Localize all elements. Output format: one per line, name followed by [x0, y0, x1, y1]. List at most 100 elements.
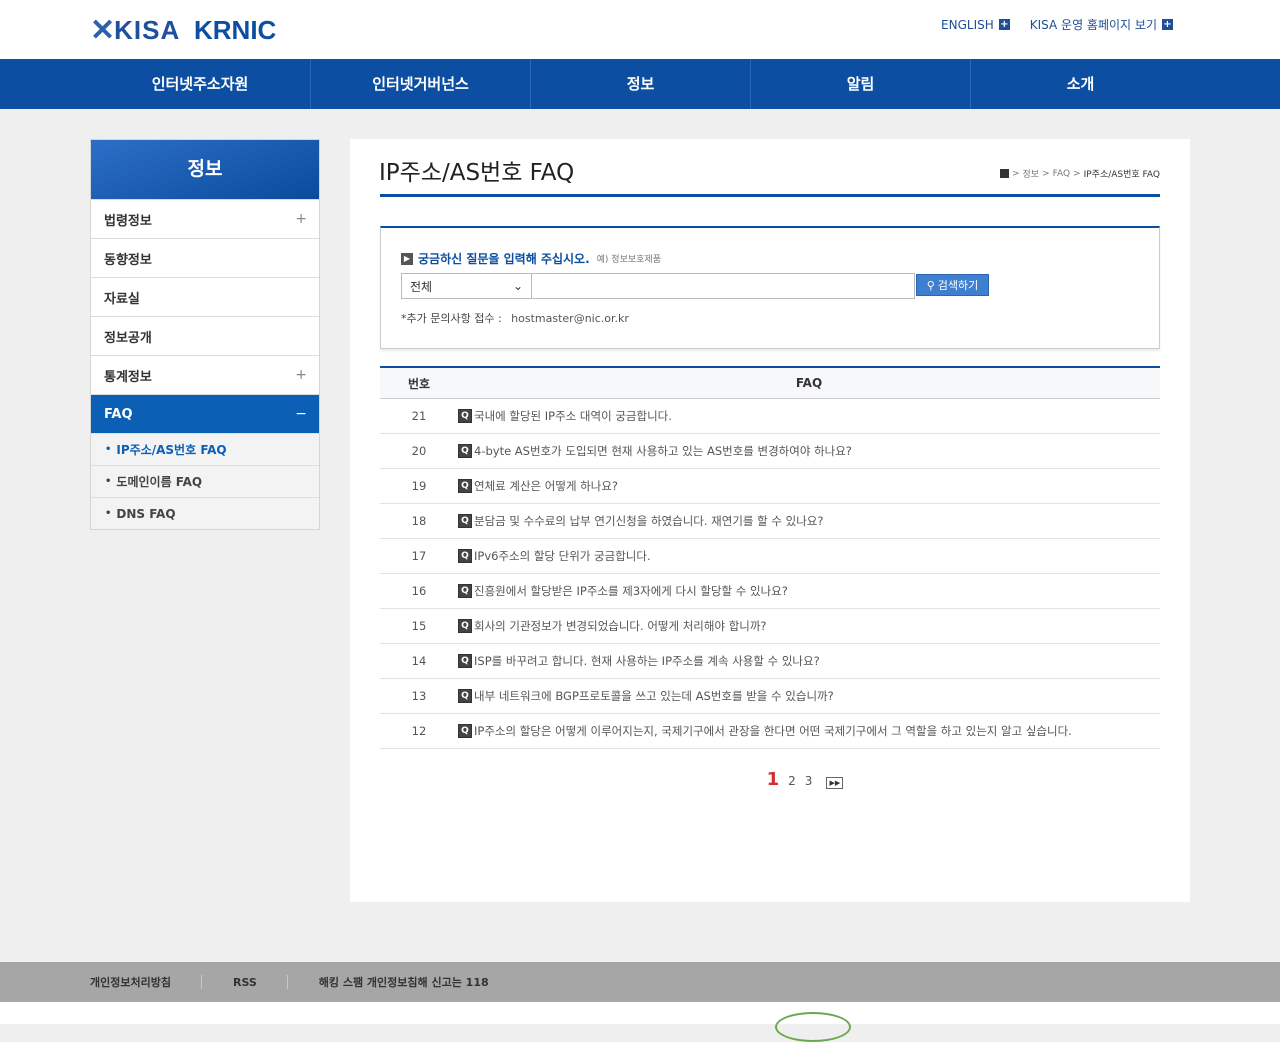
pagination: 1 2 3 ▶▶ — [350, 769, 1190, 790]
kisa-homepage-link[interactable]: KISA 운영 홈페이지 보기 + — [1030, 16, 1173, 33]
question-icon: Q — [458, 444, 472, 458]
page-link[interactable]: 2 — [788, 774, 796, 788]
category-select-value: 전체 — [410, 279, 433, 294]
sub-item-label: 도메인이름 FAQ — [116, 475, 203, 489]
nav-item-address-resources[interactable]: 인터넷주소자원 — [90, 59, 310, 109]
bullet-icon: • — [105, 476, 112, 487]
table-row[interactable]: 20 Q 4-byte AS번호가 도입되면 현재 사용하고 있는 AS번호를 변경… — [380, 434, 1160, 469]
breadcrumb-current: IP주소/AS번호 FAQ — [1083, 170, 1160, 180]
row-number: 14 — [411, 654, 427, 668]
bullet-icon: • — [105, 444, 112, 455]
nav-item-notice[interactable]: 알림 — [750, 59, 970, 109]
question-icon: Q — [458, 409, 472, 423]
side-menu-title: 정보 — [91, 140, 319, 199]
side-item-label: FAQ — [104, 406, 133, 422]
table-row[interactable]: 21 Q 국내에 할당된 IP주소 대역이 궁금합니다. — [380, 399, 1160, 434]
home-icon[interactable] — [999, 169, 1009, 178]
table-row[interactable]: 14 Q ISP를 바꾸려고 합니다. 현재 사용하는 IP주소를 계속 사용할 수… — [380, 644, 1160, 679]
plus-icon: + — [998, 19, 1010, 30]
sub-item-domain-faq[interactable]: • 도메인이름 FAQ — [91, 465, 319, 497]
footer-privacy-link[interactable]: 개인정보처리방침 — [90, 974, 201, 990]
side-item-disclosure[interactable]: 정보공개 — [91, 316, 319, 355]
header: ✕ KISA KRNIC ENGLISH + KISA 운영 홈페이지 보기 + — [0, 0, 1280, 59]
contact-note: *추가 문의사항 접수 : hostmaster@nic.or.kr — [401, 310, 629, 326]
side-item-label: 통계정보 — [104, 369, 152, 385]
side-item-law[interactable]: 법령정보 + — [91, 199, 319, 238]
header-number: 번호 — [407, 376, 431, 391]
faq-question-link[interactable]: 내부 네트워크에 BGP프로토콜을 쓰고 있는데 AS번호를 받을 수 있습니까… — [474, 688, 834, 704]
header-faq: FAQ — [795, 376, 823, 390]
breadcrumb-sep: > — [1042, 168, 1050, 179]
search-button-label: 검색하기 — [937, 279, 979, 292]
table-row[interactable]: 15 Q 회사의 기관정보가 변경되었습니다. 어떻게 처리해야 합니까? — [380, 609, 1160, 644]
question-icon: Q — [458, 549, 472, 563]
certification-seal-icon — [775, 1012, 851, 1042]
faq-question-link[interactable]: 회사의 기관정보가 변경되었습니다. 어떻게 처리해야 합니까? — [474, 618, 767, 634]
sub-item-label: DNS FAQ — [116, 506, 176, 521]
row-number: 16 — [411, 584, 427, 598]
row-number: 17 — [411, 549, 427, 563]
question-icon: Q — [458, 619, 472, 633]
kisa-logo-mark: ✕ — [90, 13, 115, 47]
faq-question-link[interactable]: IPv6주소의 할당 단위가 궁금합니다. — [474, 548, 651, 564]
search-icon: ⚲ — [926, 278, 935, 292]
side-item-statistics[interactable]: 통계정보 + — [91, 355, 319, 394]
sub-item-label: IP주소/AS번호 FAQ — [116, 443, 227, 457]
table-row[interactable]: 16 Q 진흥원에서 할당받은 IP주소를 제3자에게 다시 할당할 수 있나요? — [380, 574, 1160, 609]
collapse-icon: − — [295, 406, 307, 422]
faq-table: 번호 FAQ 21 Q 국내에 할당된 IP주소 대역이 궁금합니다. 20 Q 4-b… — [380, 366, 1160, 749]
faq-question-link[interactable]: 연체료 계산은 어떻게 하나요? — [474, 478, 618, 494]
category-select[interactable]: 전체 ⌄ — [401, 273, 532, 299]
page-link[interactable]: 3 — [805, 774, 813, 788]
table-row[interactable]: 12 Q IP주소의 할당은 어떻게 이루어지는지, 국제기구에서 관장을 한다면 … — [380, 714, 1160, 749]
table-row[interactable]: 17 Q IPv6주소의 할당 단위가 궁금합니다. — [380, 539, 1160, 574]
sub-item-ip-as-faq[interactable]: • IP주소/AS번호 FAQ — [91, 433, 319, 465]
faq-question-link[interactable]: ISP를 바꾸려고 합니다. 현재 사용하는 IP주소를 계속 사용할 수 있나… — [474, 653, 820, 669]
main-nav: 인터넷주소자원 인터넷거버넌스 정보 알림 소개 — [0, 59, 1280, 109]
footer-report-link[interactable]: 해킹 스팸 개인정보침해 신고는 118 — [319, 974, 519, 990]
breadcrumb-sep: > — [1073, 168, 1081, 179]
kisa-logo[interactable]: ✕ KISA — [90, 13, 181, 47]
english-link[interactable]: ENGLISH + — [941, 16, 1010, 33]
top-links: ENGLISH + KISA 운영 홈페이지 보기 + — [941, 16, 1173, 33]
nav-item-governance[interactable]: 인터넷거버넌스 — [310, 59, 530, 109]
side-item-faq[interactable]: FAQ − — [91, 394, 319, 433]
chevron-down-icon: ⌄ — [512, 279, 523, 293]
side-item-label: 법령정보 — [104, 213, 152, 229]
question-icon: Q — [458, 479, 472, 493]
faq-question-link[interactable]: 국내에 할당된 IP주소 대역이 궁금합니다. — [474, 408, 672, 424]
faq-question-link[interactable]: IP주소의 할당은 어떻게 이루어지는지, 국제기구에서 관장을 한다면 어떤 … — [474, 723, 1072, 739]
row-number: 18 — [411, 514, 427, 528]
page-title: IP주소/AS번호 FAQ — [379, 160, 575, 186]
arrow-icon: ▶ — [401, 252, 413, 265]
page-current: 1 — [766, 769, 780, 790]
side-item-label: 정보공개 — [104, 330, 152, 346]
faq-question-link[interactable]: 분담금 및 수수료의 납부 연기신청을 하였습니다. 재연기를 할 수 있나요? — [474, 513, 823, 529]
nav-item-info[interactable]: 정보 — [530, 59, 750, 109]
table-row[interactable]: 13 Q 내부 네트워크에 BGP프로토콜을 쓰고 있는데 AS번호를 받을 수 있… — [380, 679, 1160, 714]
faq-question-link[interactable]: 4-byte AS번호가 도입되면 현재 사용하고 있는 AS번호를 변경하여야… — [474, 443, 852, 459]
search-input[interactable] — [532, 273, 915, 299]
search-prompt: ▶ 궁금하신 질문을 입력해 주십시오. 예) 정보보호제품 — [401, 250, 661, 267]
breadcrumb-item[interactable]: 정보 — [1023, 167, 1040, 180]
search-button[interactable]: ⚲ 검색하기 — [916, 274, 989, 296]
breadcrumb-item[interactable]: FAQ — [1053, 169, 1070, 179]
contact-email[interactable]: hostmaster@nic.or.kr — [511, 312, 629, 325]
side-item-trends[interactable]: 동향정보 — [91, 238, 319, 277]
krnic-logo-text: KRNIC — [194, 14, 277, 45]
footer-rss-link[interactable]: RSS — [233, 976, 287, 989]
last-page-icon[interactable]: ▶▶ — [826, 777, 844, 789]
table-row[interactable]: 19 Q 연체료 계산은 어떻게 하나요? — [380, 469, 1160, 504]
nav-item-about[interactable]: 소개 — [970, 59, 1190, 109]
side-item-library[interactable]: 자료실 — [91, 277, 319, 316]
faq-submenu: • IP주소/AS번호 FAQ • 도메인이름 FAQ • DNS FAQ — [91, 433, 319, 529]
krnic-logo[interactable]: KRNIC — [194, 14, 276, 46]
kisa-logo-text: KISA — [114, 14, 181, 45]
content-area: IP주소/AS번호 FAQ > 정보 > FAQ > IP주소/AS번호 FAQ… — [350, 139, 1190, 902]
faq-question-link[interactable]: 진흥원에서 할당받은 IP주소를 제3자에게 다시 할당할 수 있나요? — [474, 583, 788, 599]
title-divider — [380, 194, 1160, 197]
sub-item-dns-faq[interactable]: • DNS FAQ — [91, 497, 319, 529]
expand-icon: + — [295, 367, 307, 383]
row-number: 20 — [411, 444, 427, 458]
table-row[interactable]: 18 Q 분담금 및 수수료의 납부 연기신청을 하였습니다. 재연기를 할 수 있… — [380, 504, 1160, 539]
